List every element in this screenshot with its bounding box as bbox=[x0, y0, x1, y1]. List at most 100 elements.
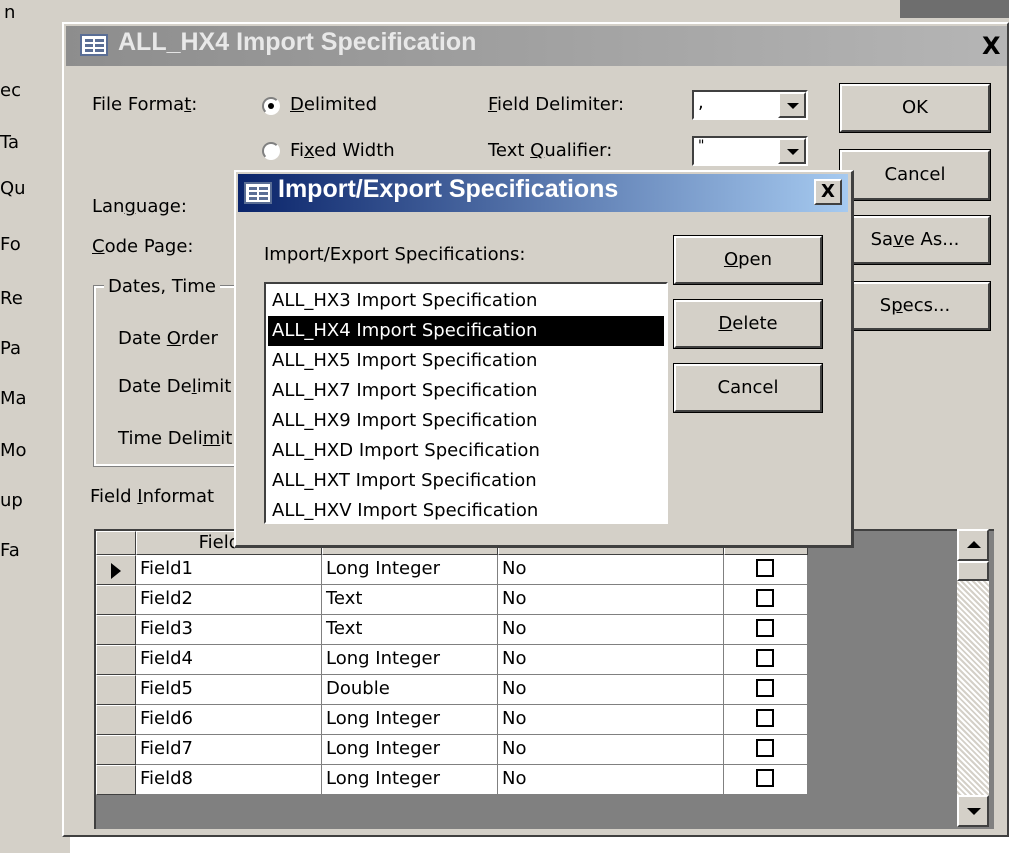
grid-cell-field-name[interactable]: Field3 bbox=[136, 615, 322, 645]
specification-list-item[interactable]: ALL_HX3 Import Specification bbox=[268, 286, 664, 316]
grid-cell-indexed[interactable]: No bbox=[498, 615, 724, 645]
sidebar-fragment[interactable]: Mo bbox=[0, 440, 27, 461]
cancel-button[interactable]: Cancel bbox=[839, 149, 991, 201]
grid-cell-field-name[interactable]: Field4 bbox=[136, 645, 322, 675]
row-selector[interactable] bbox=[96, 645, 136, 675]
grid-cell-indexed[interactable]: No bbox=[498, 765, 724, 795]
skip-checkbox[interactable] bbox=[756, 769, 774, 787]
fixed-width-label[interactable]: Fixed Width bbox=[290, 140, 395, 161]
specification-list-item[interactable]: ALL_HXD Import Specification bbox=[268, 436, 664, 466]
grid-cell-skip bbox=[724, 615, 808, 645]
skip-checkbox[interactable] bbox=[756, 649, 774, 667]
sidebar-fragment[interactable]: up bbox=[0, 490, 23, 511]
field-information-grid[interactable]: Field N Field1 Long Integer No Field2 Text No… bbox=[94, 529, 994, 829]
delimited-radio[interactable] bbox=[262, 97, 280, 115]
main-close-button[interactable]: X bbox=[982, 32, 1001, 60]
skip-checkbox[interactable] bbox=[756, 619, 774, 637]
text-qualifier-select[interactable]: " bbox=[692, 136, 808, 166]
modal-close-button[interactable]: X bbox=[814, 179, 842, 205]
field-delimiter-label: Field Delimiter: bbox=[488, 94, 625, 115]
grid-cell-data-type[interactable]: Long Integer bbox=[322, 735, 498, 765]
dates-group-title: Dates, Time bbox=[104, 276, 220, 297]
fixed-width-radio[interactable] bbox=[262, 142, 280, 160]
scroll-down-icon[interactable] bbox=[957, 795, 989, 827]
delimited-label[interactable]: Delimited bbox=[290, 94, 377, 115]
delete-button[interactable]: Delete bbox=[673, 299, 823, 349]
grid-cell-field-name[interactable]: Field5 bbox=[136, 675, 322, 705]
background-sidebar: ec Ta Qu Fo Re Pa Ma Mo up Fa bbox=[0, 30, 70, 853]
current-row-arrow-icon bbox=[111, 563, 121, 579]
grid-cell-data-type[interactable]: Long Integer bbox=[322, 555, 498, 585]
row-selector[interactable] bbox=[96, 675, 136, 705]
sidebar-fragment[interactable]: Ta bbox=[0, 132, 19, 153]
row-selector[interactable] bbox=[96, 765, 136, 795]
field-delimiter-select[interactable]: , bbox=[692, 90, 808, 120]
grid-cell-field-name[interactable]: Field2 bbox=[136, 585, 322, 615]
grid-cell-indexed[interactable]: No bbox=[498, 555, 724, 585]
row-selector[interactable] bbox=[96, 615, 136, 645]
grid-cell-field-name[interactable]: Field6 bbox=[136, 705, 322, 735]
field-information-label: Field Informat bbox=[90, 486, 215, 507]
grid-cell-data-type[interactable]: Long Integer bbox=[322, 705, 498, 735]
grid-cell-data-type[interactable]: Long Integer bbox=[322, 765, 498, 795]
row-selector[interactable] bbox=[96, 585, 136, 615]
sidebar-fragment[interactable]: Fa bbox=[0, 540, 20, 561]
grid-cell-data-type[interactable]: Text bbox=[322, 615, 498, 645]
grid-vertical-scrollbar[interactable] bbox=[957, 529, 989, 827]
open-button[interactable]: Open bbox=[673, 235, 823, 285]
skip-checkbox[interactable] bbox=[756, 589, 774, 607]
specification-list-item[interactable]: ALL_HXT Import Specification bbox=[268, 466, 664, 496]
grid-cell-skip bbox=[724, 675, 808, 705]
field-delimiter-value: , bbox=[698, 92, 704, 113]
form-icon bbox=[244, 182, 272, 204]
grid-cell-data-type[interactable]: Long Integer bbox=[322, 645, 498, 675]
ok-button[interactable]: OK bbox=[839, 83, 991, 133]
sidebar-fragment[interactable]: Ma bbox=[0, 388, 27, 409]
grid-cell-indexed[interactable]: No bbox=[498, 735, 724, 765]
row-selector[interactable] bbox=[96, 705, 136, 735]
main-title-bar[interactable]: ALL_HX4 Import Specification X bbox=[66, 26, 1007, 66]
dropdown-arrow-icon[interactable] bbox=[778, 138, 806, 164]
skip-checkbox[interactable] bbox=[756, 559, 774, 577]
date-order-label: Date Order bbox=[118, 328, 218, 349]
skip-checkbox[interactable] bbox=[756, 709, 774, 727]
sidebar-fragment[interactable]: Pa bbox=[0, 338, 21, 359]
dropdown-arrow-icon[interactable] bbox=[778, 92, 806, 118]
scroll-up-icon[interactable] bbox=[957, 529, 989, 561]
sidebar-fragment[interactable]: Re bbox=[0, 288, 23, 309]
grid-cell-data-type[interactable]: Text bbox=[322, 585, 498, 615]
specification-list-item[interactable]: ALL_HX9 Import Specification bbox=[268, 406, 664, 436]
specification-list-item[interactable]: ALL_HX4 Import Specification bbox=[267, 315, 665, 347]
specifications-list-label: Import/Export Specifications: bbox=[264, 244, 526, 265]
grid-cell-field-name[interactable]: Field8 bbox=[136, 765, 322, 795]
specification-list-item[interactable]: ALL_HX7 Import Specification bbox=[268, 376, 664, 406]
grid-cell-field-name[interactable]: Field1 bbox=[136, 555, 322, 585]
specifications-list[interactable]: ALL_HX3 Import Specification ALL_HX4 Impo… bbox=[264, 282, 668, 524]
sidebar-fragment[interactable]: ec bbox=[0, 80, 21, 101]
main-dialog-title: ALL_HX4 Import Specification bbox=[118, 28, 477, 56]
grid-cell-indexed[interactable]: No bbox=[498, 675, 724, 705]
grid-cell-indexed[interactable]: No bbox=[498, 645, 724, 675]
file-format-label: File Format: bbox=[92, 94, 198, 115]
skip-checkbox[interactable] bbox=[756, 679, 774, 697]
specification-list-item[interactable]: ALL_HXV Import Specification bbox=[268, 496, 664, 522]
skip-checkbox[interactable] bbox=[756, 739, 774, 757]
date-delimiter-label: Date Delimit bbox=[118, 376, 232, 397]
grid-cell-indexed[interactable]: No bbox=[498, 705, 724, 735]
scroll-thumb[interactable] bbox=[957, 561, 989, 581]
grid-cell-data-type[interactable]: Double bbox=[322, 675, 498, 705]
grid-cell-field-name[interactable]: Field7 bbox=[136, 735, 322, 765]
background-dark-bar bbox=[900, 0, 1009, 18]
sidebar-fragment[interactable]: Fo bbox=[0, 234, 21, 255]
form-icon bbox=[80, 34, 108, 56]
modal-title-bar[interactable]: Import/Export Specifications X bbox=[238, 174, 848, 212]
grid-cell-indexed[interactable]: No bbox=[498, 585, 724, 615]
save-as-button[interactable]: Save As... bbox=[839, 215, 991, 265]
modal-cancel-button[interactable]: Cancel bbox=[673, 363, 823, 413]
specs-button[interactable]: Specs... bbox=[839, 281, 991, 331]
row-selector[interactable] bbox=[96, 735, 136, 765]
specification-list-item[interactable]: ALL_HX5 Import Specification bbox=[268, 346, 664, 376]
row-selector[interactable] bbox=[96, 555, 136, 585]
sidebar-fragment[interactable]: Qu bbox=[0, 178, 26, 199]
grid-cell-skip bbox=[724, 555, 808, 585]
